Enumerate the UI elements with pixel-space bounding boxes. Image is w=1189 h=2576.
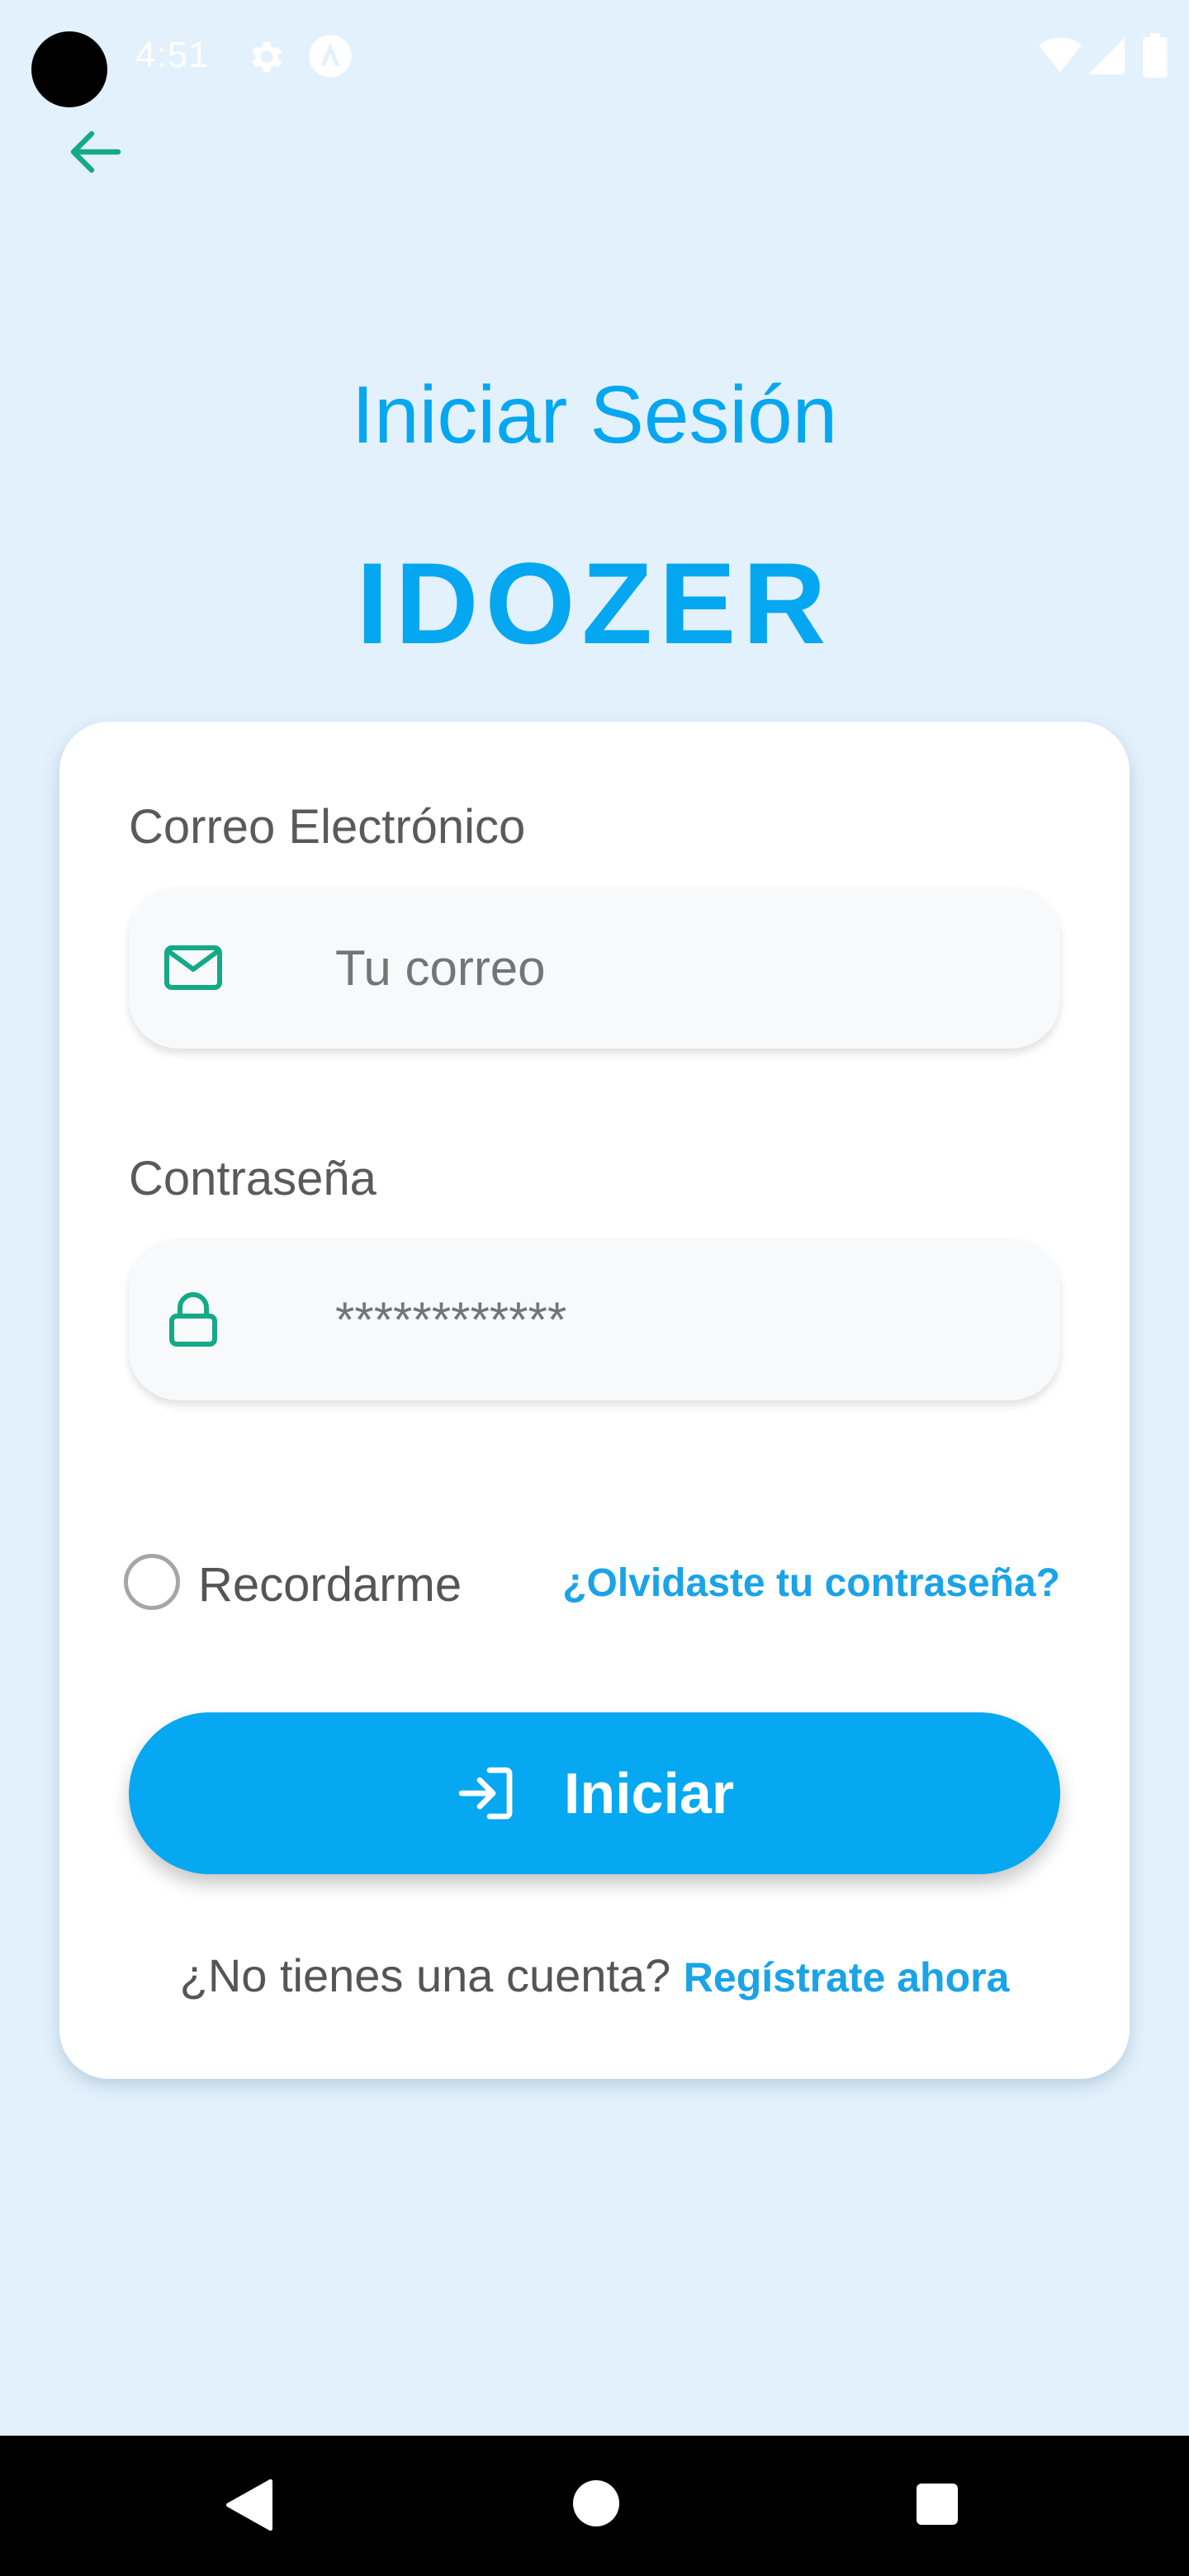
battery-icon — [1143, 33, 1168, 78]
signal-icon — [1088, 38, 1125, 74]
wifi-icon — [1039, 38, 1082, 73]
system-nav-bar — [0, 2436, 1189, 2576]
gear-icon — [252, 41, 282, 73]
password-field[interactable] — [129, 1238, 1060, 1400]
remember-radio[interactable] — [124, 1554, 180, 1610]
signup-prompt: ¿No tienes una cuenta? — [179, 1949, 671, 2001]
login-card: Correo Electrónico Contraseña Recordarme… — [59, 722, 1130, 2079]
forgot-password-link[interactable]: ¿Olvidaste tu contraseña? — [562, 1560, 1060, 1606]
camera-dot — [31, 31, 107, 107]
nav-recents-icon[interactable] — [917, 2484, 958, 2525]
email-label: Correo Electrónico — [129, 800, 526, 854]
remember-label[interactable]: Recordarme — [198, 1557, 462, 1612]
nav-back-icon[interactable] — [223, 2479, 276, 2531]
mail-icon — [164, 945, 222, 990]
password-label: Contraseña — [129, 1152, 377, 1205]
email-field[interactable] — [129, 887, 1060, 1049]
arrow-left-icon — [70, 130, 121, 173]
back-button[interactable] — [58, 121, 132, 183]
login-button[interactable]: Iniciar — [129, 1712, 1060, 1874]
login-button-label: Iniciar — [563, 1761, 735, 1825]
app-icon — [309, 35, 352, 78]
remember-row: Recordarme ¿Olvidaste tu contraseña? — [124, 1532, 1065, 1631]
status-time: 4:51 — [135, 35, 210, 75]
login-screen: 4:51 Iniciar Sesión IDOZER Correo Electr… — [0, 0, 1189, 2576]
signup-row: ¿No tienes una cuenta? Regístrate ahora — [59, 1949, 1130, 2002]
status-bar: 4:51 — [0, 0, 1189, 116]
page-title: Iniciar Sesión — [351, 369, 838, 460]
login-icon — [458, 1767, 513, 1820]
lock-icon — [169, 1292, 217, 1347]
nav-home-icon[interactable] — [573, 2480, 619, 2526]
signup-link[interactable]: Regístrate ahora — [684, 1954, 1010, 2001]
email-input[interactable] — [335, 939, 1029, 997]
password-input[interactable] — [335, 1290, 1029, 1348]
brand-name: IDOZER — [356, 538, 833, 668]
